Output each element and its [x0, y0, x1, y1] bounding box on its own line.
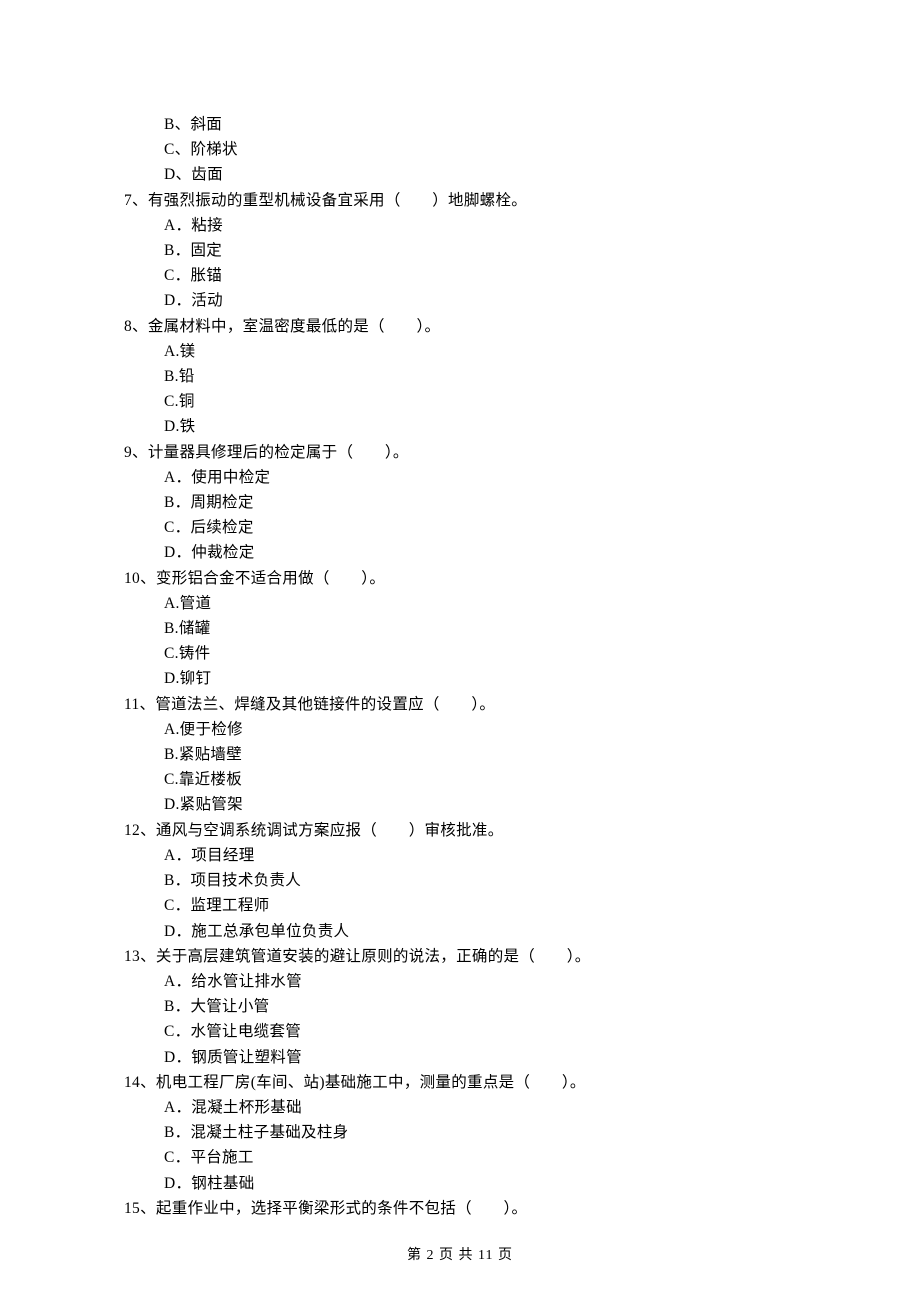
question-option: B．大管让小管 [124, 994, 800, 1019]
question-option: D.紧贴管架 [124, 792, 800, 817]
question-option: D．钢柱基础 [124, 1171, 800, 1196]
question-stem: 13、关于高层建筑管道安装的避让原则的说法，正确的是（ ）。 [124, 944, 800, 969]
question-option: A．项目经理 [124, 843, 800, 868]
question-option: D．仲裁检定 [124, 540, 800, 565]
question-option: D．钢质管让塑料管 [124, 1045, 800, 1070]
question-option: C.靠近楼板 [124, 767, 800, 792]
question-stem: 14、机电工程厂房(车间、站)基础施工中，测量的重点是（ ）。 [124, 1070, 800, 1095]
question-stem: 12、通风与空调系统调试方案应报（ ）审核批准。 [124, 818, 800, 843]
question-option: D.铁 [124, 414, 800, 439]
question-option: C．胀锚 [124, 263, 800, 288]
question-stem: 10、变形铝合金不适合用做（ ）。 [124, 566, 800, 591]
question-option: C.铸件 [124, 641, 800, 666]
question-option: B.储罐 [124, 616, 800, 641]
question-stem: 15、起重作业中，选择平衡梁形式的条件不包括（ ）。 [124, 1196, 800, 1221]
question-option: A.管道 [124, 591, 800, 616]
question-option: B．周期检定 [124, 490, 800, 515]
leading-option: D、齿面 [124, 162, 800, 187]
question-stem: 8、金属材料中，室温密度最低的是（ ）。 [124, 314, 800, 339]
question-option: B.紧贴墙壁 [124, 742, 800, 767]
question-option: D．活动 [124, 288, 800, 313]
question-option: B．固定 [124, 238, 800, 263]
question-stem: 11、管道法兰、焊缝及其他链接件的设置应（ ）。 [124, 692, 800, 717]
leading-option: B、斜面 [124, 112, 800, 137]
question-option: A．使用中检定 [124, 465, 800, 490]
question-stem: 7、有强烈振动的重型机械设备宜采用（ ）地脚螺栓。 [124, 188, 800, 213]
question-option: A．混凝土杯形基础 [124, 1095, 800, 1120]
question-option: C.铜 [124, 389, 800, 414]
question-option: C．后续检定 [124, 515, 800, 540]
question-option: B．项目技术负责人 [124, 868, 800, 893]
page-content: B、斜面 C、阶梯状 D、齿面 7、有强烈振动的重型机械设备宜采用（ ）地脚螺栓… [0, 0, 920, 1221]
question-option: C．平台施工 [124, 1145, 800, 1170]
question-option: A.便于检修 [124, 717, 800, 742]
leading-option: C、阶梯状 [124, 137, 800, 162]
question-option: C．监理工程师 [124, 893, 800, 918]
question-option: D．施工总承包单位负责人 [124, 919, 800, 944]
question-option: A．粘接 [124, 213, 800, 238]
question-option: B．混凝土柱子基础及柱身 [124, 1120, 800, 1145]
question-option: A.镁 [124, 339, 800, 364]
question-option: B.铅 [124, 364, 800, 389]
question-option: A．给水管让排水管 [124, 969, 800, 994]
question-option: C．水管让电缆套管 [124, 1019, 800, 1044]
page-footer: 第 2 页 共 11 页 [0, 1244, 920, 1264]
question-stem: 9、计量器具修理后的检定属于（ ）。 [124, 440, 800, 465]
question-option: D.铆钉 [124, 666, 800, 691]
